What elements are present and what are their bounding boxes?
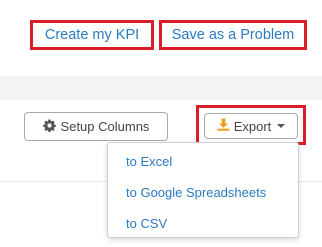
setup-columns-label: Setup Columns [60,119,150,134]
export-to-google-spreadsheets[interactable]: to Google Spreadsheets [126,185,266,200]
section-divider [0,76,322,100]
create-kpi-link[interactable]: Create my KPI [30,20,154,50]
export-button[interactable]: Export [204,113,298,139]
export-to-excel[interactable]: to Excel [126,154,172,169]
download-icon [217,118,230,134]
export-dropdown-menu: to Excel to Google Spreadsheets to CSV [107,142,299,238]
setup-columns-button[interactable]: Setup Columns [24,112,168,141]
gear-icon [42,118,56,135]
caret-down-icon [277,124,286,128]
export-to-csv[interactable]: to CSV [126,216,167,231]
save-as-problem-link[interactable]: Save as a Problem [159,20,307,50]
export-label: Export [233,118,272,134]
